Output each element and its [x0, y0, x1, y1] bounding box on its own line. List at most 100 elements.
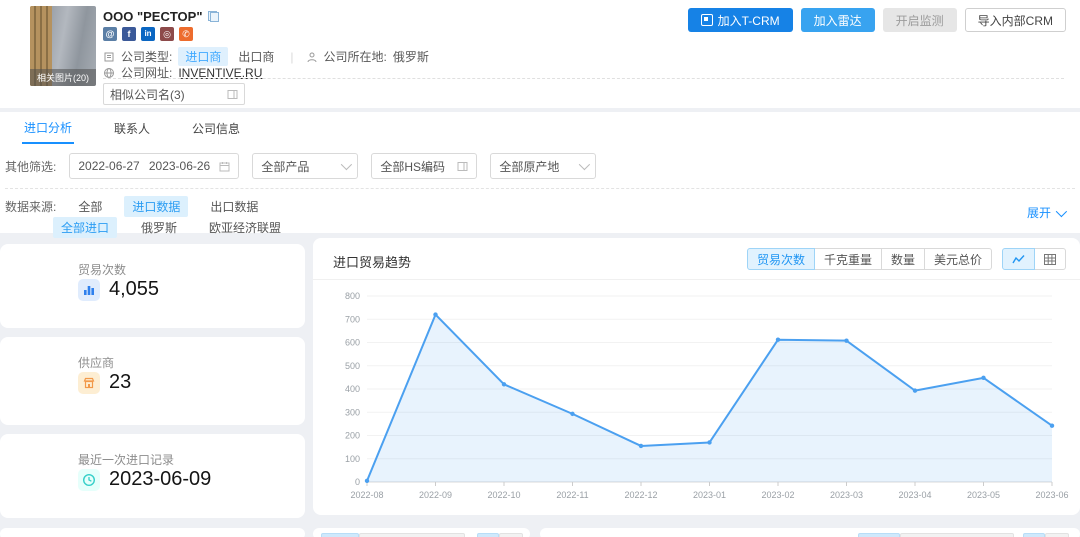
source-all[interactable]: 全部 [70, 196, 110, 217]
data-source-row: 数据来源: 全部 进口数据 出口数据 [5, 196, 266, 217]
chart-header-divider [313, 279, 1080, 280]
copy-icon[interactable] [208, 11, 219, 22]
svg-text:700: 700 [345, 314, 360, 324]
filter-row: 其他筛选: 2022-06-27 2023-06-26 全部产品 全部HS编码 … [5, 153, 596, 179]
building-icon [103, 51, 115, 63]
svg-text:600: 600 [345, 338, 360, 348]
filter-label: 其他筛选: [5, 158, 56, 175]
svg-text:2023-03: 2023-03 [830, 490, 863, 500]
partial-view-button[interactable] [1045, 533, 1069, 537]
filter-divider [5, 188, 1075, 189]
metric-trade-count-button[interactable]: 贸易次数 [747, 248, 815, 270]
date-range-picker[interactable]: 2022-06-27 2023-06-26 [69, 153, 239, 179]
shop-icon [78, 372, 100, 394]
calendar-icon [219, 161, 230, 172]
stat-value: 2023-06-09 [109, 468, 211, 491]
partial-card-bottom-left [313, 528, 530, 537]
data-source-label: 数据来源: [5, 198, 56, 215]
stat-value: 4,055 [109, 278, 159, 301]
company-photo[interactable]: 相关图片(20) [30, 6, 96, 86]
stat-label: 最近一次进口记录 [78, 451, 174, 468]
blog-icon[interactable]: @ [103, 27, 117, 41]
clock-icon [78, 469, 100, 491]
origin-select[interactable]: 全部原产地 [490, 153, 596, 179]
related-images-label[interactable]: 相关图片(20) [30, 69, 96, 86]
instagram-icon[interactable]: ◎ [160, 27, 174, 41]
tab-contacts[interactable]: 联系人 [112, 114, 152, 143]
partial-metric-buttons[interactable] [359, 533, 465, 537]
svg-text:2023-01: 2023-01 [693, 490, 726, 500]
globe-icon [103, 67, 115, 79]
svg-text:2022-08: 2022-08 [350, 490, 383, 500]
location-icon [306, 51, 318, 63]
trend-line-chart[interactable]: 01002003004005006007008002022-082022-092… [319, 282, 1074, 510]
partial-card-bottom-right [540, 528, 1080, 537]
tcrm-icon [701, 14, 713, 26]
panel-icon [227, 89, 238, 100]
partial-view-button[interactable] [477, 533, 499, 537]
svg-text:500: 500 [345, 361, 360, 371]
chart-title: 进口贸易趋势 [333, 252, 411, 271]
svg-text:200: 200 [345, 431, 360, 441]
sub-eaeu[interactable]: 欧亚经济联盟 [201, 217, 289, 238]
svg-text:800: 800 [345, 291, 360, 301]
tab-import-analysis[interactable]: 进口分析 [22, 113, 74, 144]
chevron-down-icon [579, 159, 590, 170]
line-chart-icon[interactable] [1002, 248, 1035, 270]
company-header: 相关图片(20) OOO "PECTOP" @ f in ◎ ✆ 公司类型: 进… [0, 0, 1080, 108]
similar-company-select[interactable]: 相似公司名(3) [103, 83, 245, 105]
metric-toggle-group: 贸易次数 千克重量 数量 美元总价 [747, 248, 992, 270]
phone-icon[interactable]: ✆ [179, 27, 193, 41]
panel-icon [457, 161, 468, 172]
metric-quantity-button[interactable]: 数量 [881, 248, 925, 270]
chart-controls: 贸易次数 千克重量 数量 美元总价 [747, 248, 1066, 270]
source-export[interactable]: 出口数据 [202, 196, 266, 217]
svg-text:0: 0 [355, 477, 360, 487]
svg-text:2022-12: 2022-12 [624, 490, 657, 500]
metric-usd-total-button[interactable]: 美元总价 [924, 248, 992, 270]
svg-text:2022-11: 2022-11 [556, 490, 588, 500]
table-icon[interactable] [1034, 248, 1066, 270]
partial-metric-button[interactable] [321, 533, 359, 537]
source-import[interactable]: 进口数据 [124, 196, 188, 217]
product-select[interactable]: 全部产品 [252, 153, 358, 179]
company-type-label: 公司类型: [121, 48, 172, 65]
partial-metric-buttons[interactable] [900, 533, 1014, 537]
add-radar-button[interactable]: 加入雷达 [801, 8, 875, 32]
company-name: OOO "PECTOP" [103, 9, 219, 24]
import-trend-card: 进口贸易趋势 贸易次数 千克重量 数量 美元总价 010020030040050… [313, 238, 1080, 515]
date-end: 2023-06-26 [149, 159, 210, 173]
svg-text:2022-10: 2022-10 [487, 490, 520, 500]
hs-code-select[interactable]: 全部HS编码 [371, 153, 477, 179]
svg-text:2023-02: 2023-02 [761, 490, 794, 500]
social-icons: @ f in ◎ ✆ [103, 27, 198, 41]
facebook-icon[interactable]: f [122, 27, 136, 41]
svg-text:2022-09: 2022-09 [419, 490, 452, 500]
header-actions: 加入T-CRM 加入雷达 开启监测 导入内部CRM [688, 8, 1066, 32]
linkedin-icon[interactable]: in [141, 27, 155, 41]
import-crm-button[interactable]: 导入内部CRM [965, 8, 1066, 32]
header-divider [103, 78, 1064, 79]
add-tcrm-button[interactable]: 加入T-CRM [688, 8, 793, 32]
location-label: 公司所在地: [324, 48, 387, 65]
partial-metric-button[interactable] [858, 533, 900, 537]
divider: | [290, 50, 293, 64]
expand-toggle[interactable]: 展开 [1027, 204, 1064, 221]
bar-chart-icon [78, 279, 100, 301]
svg-text:100: 100 [345, 454, 360, 464]
partial-card-left-column [0, 528, 305, 537]
stat-card-suppliers: 供应商 23 [0, 337, 305, 425]
start-monitor-button[interactable]: 开启监测 [883, 8, 957, 32]
sub-all-import[interactable]: 全部进口 [53, 217, 117, 238]
tab-bar: 进口分析 联系人 公司信息 [22, 112, 242, 144]
sub-russia[interactable]: 俄罗斯 [133, 217, 185, 238]
metric-kg-weight-button[interactable]: 千克重量 [814, 248, 882, 270]
stat-card-trade-count: 贸易次数 4,055 [0, 244, 305, 328]
svg-text:2023-05: 2023-05 [967, 490, 1000, 500]
tab-company-info[interactable]: 公司信息 [190, 114, 242, 143]
svg-text:2023-04: 2023-04 [898, 490, 931, 500]
chevron-down-icon [341, 159, 352, 170]
data-source-sub-row: 全部进口 俄罗斯 欧亚经济联盟 [53, 217, 289, 238]
partial-view-button[interactable] [1023, 533, 1045, 537]
partial-view-button[interactable] [499, 533, 523, 537]
